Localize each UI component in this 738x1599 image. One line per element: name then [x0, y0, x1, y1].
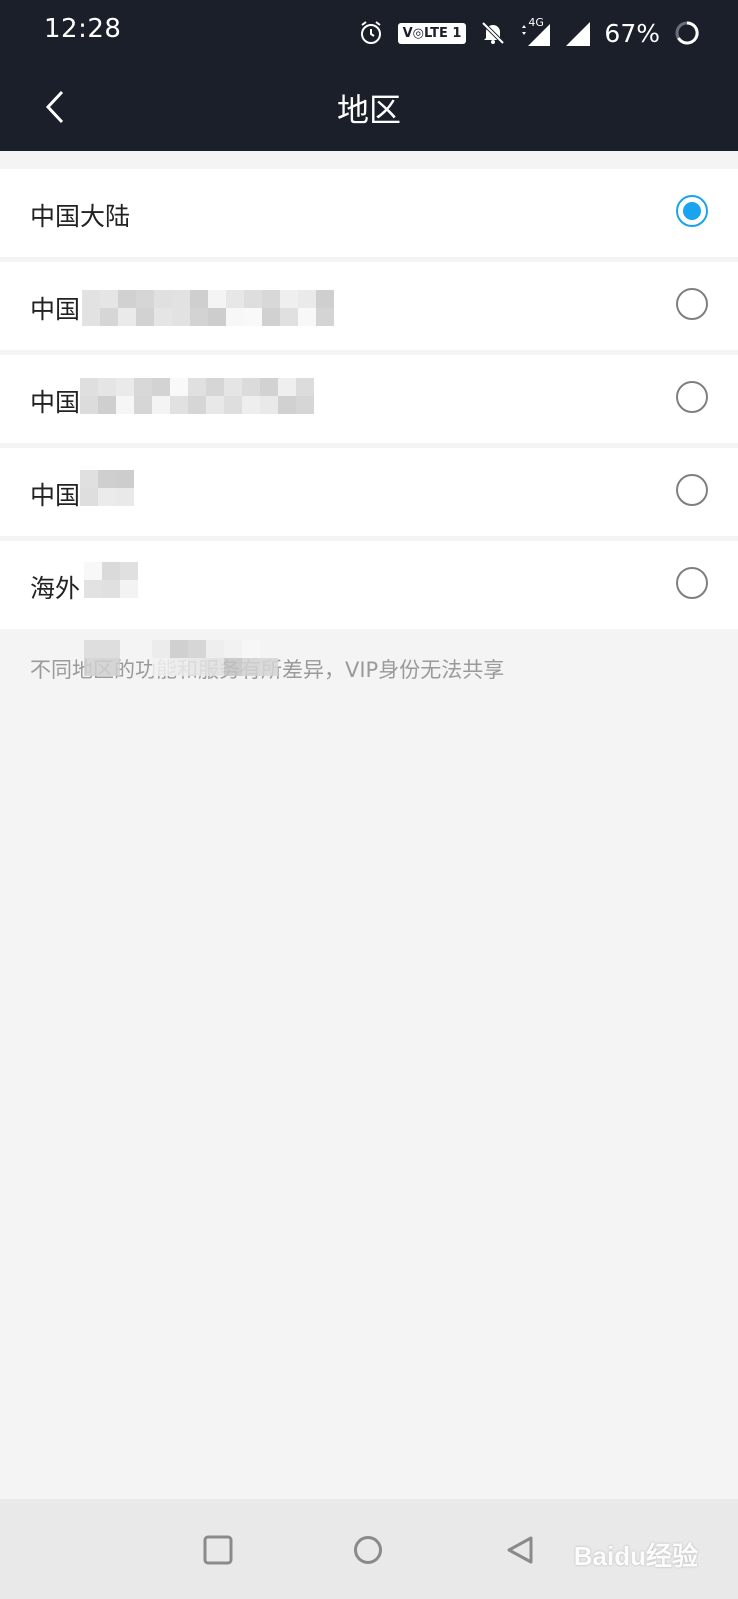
app-header: 地区: [0, 64, 738, 151]
watermark-logo: Baidu经验: [573, 1541, 698, 1571]
radio-button[interactable]: [676, 474, 708, 506]
signal-4g-icon: 4G: [520, 16, 551, 46]
redaction-mosaic: [82, 290, 334, 326]
redaction-mosaic: [80, 378, 326, 414]
status-bar: 12:28 V◎LTE 1 4G 67%: [0, 0, 738, 64]
status-icons: V◎LTE 1 4G 67%: [344, 16, 700, 50]
region-label: 中国: [30, 295, 81, 324]
region-item-mainland[interactable]: 中国大陆: [0, 169, 738, 257]
recent-apps-button[interactable]: [201, 1533, 235, 1567]
volte-badge: V◎LTE 1: [397, 22, 467, 44]
navigation-bar: Baidu经验: [0, 1499, 738, 1599]
region-label: 中国: [30, 481, 81, 510]
mute-bell-icon: [482, 21, 505, 45]
battery-percent: 67%: [604, 18, 660, 48]
redaction-mosaic: [84, 640, 120, 676]
radio-button[interactable]: [676, 381, 708, 413]
back-nav-button[interactable]: [503, 1533, 537, 1567]
radio-button[interactable]: [676, 288, 708, 320]
redaction-mosaic: [84, 562, 138, 598]
region-label: 中国大陆: [30, 202, 131, 231]
alarm-icon: [360, 21, 381, 44]
signal-icon: [566, 22, 591, 46]
radio-selected[interactable]: [676, 195, 708, 227]
circle-icon: [354, 1536, 382, 1564]
region-label: 海外: [30, 574, 81, 603]
triangle-back-icon: [507, 1536, 533, 1564]
region-label: 中国: [30, 388, 81, 417]
home-button[interactable]: [351, 1533, 385, 1567]
status-time: 12:28: [44, 14, 122, 44]
battery-ring-icon: [675, 21, 699, 45]
square-icon: [203, 1535, 233, 1565]
radio-button[interactable]: [676, 567, 708, 599]
page-title: 地区: [336, 91, 401, 129]
redaction-mosaic: [152, 640, 278, 676]
redaction-mosaic: [80, 470, 134, 506]
